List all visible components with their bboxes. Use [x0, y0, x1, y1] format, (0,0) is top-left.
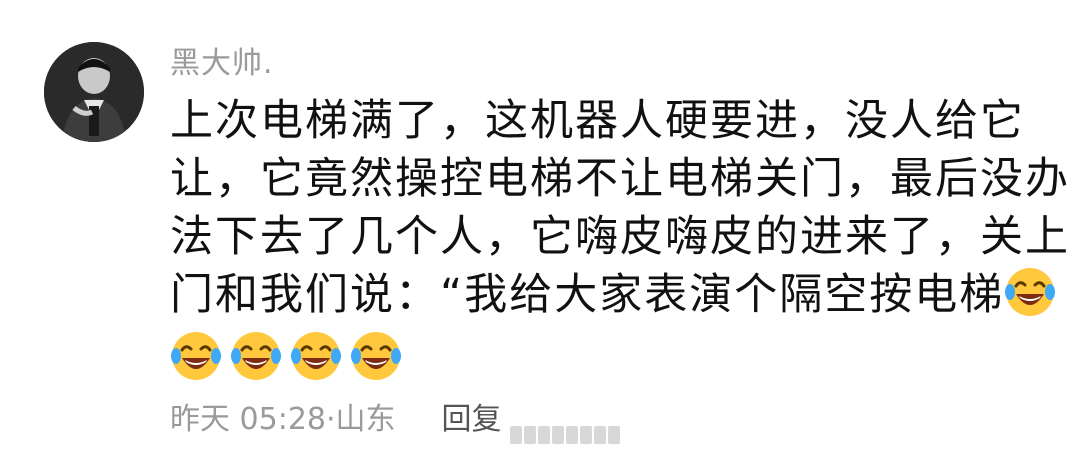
username[interactable]: 黑大帅. [170, 42, 274, 86]
laughing-crying-emoji-icon [231, 332, 281, 380]
comment-line-with-emoji: 门和我们说：“我给大家表演个隔空按电梯 [170, 266, 1056, 324]
comment-text: 上次电梯满了，这机器人硬要进，没人给它 让，它竟然操控电梯不让电梯关门，最后没办… [170, 92, 1070, 388]
laughing-crying-emoji-icon [351, 332, 401, 380]
watermark [510, 426, 630, 450]
reply-button[interactable]: 回复 [442, 398, 502, 442]
comment-line: 法下去了几个人，它嗨皮嗨皮的进来了，关上 [170, 212, 1070, 262]
comment-line: 让，它竟然操控电梯不让电梯关门，最后没办 [170, 154, 1070, 204]
timestamp: 昨天 05:28 [170, 402, 326, 437]
laughing-crying-emoji-icon [291, 332, 341, 380]
comment-line: 上次电梯满了，这机器人硬要进，没人给它 [170, 96, 1025, 146]
meta-separator: · [326, 402, 336, 437]
avatar[interactable] [44, 42, 144, 142]
laughing-crying-emoji-icon [171, 332, 221, 380]
comment-meta: 昨天 05:28·山东 回复 [170, 398, 502, 442]
emoji-row [170, 330, 1030, 388]
laughing-crying-emoji-icon [1005, 268, 1056, 316]
location: 山东 [335, 402, 396, 437]
comment-card: 黑大帅. 上次电梯满了，这机器人硬要进，没人给它 让，它竟然操控电梯不让电梯关门… [0, 0, 1080, 472]
comment-line: 门和我们说：“我给大家表演个隔空按电梯 [170, 270, 1005, 320]
